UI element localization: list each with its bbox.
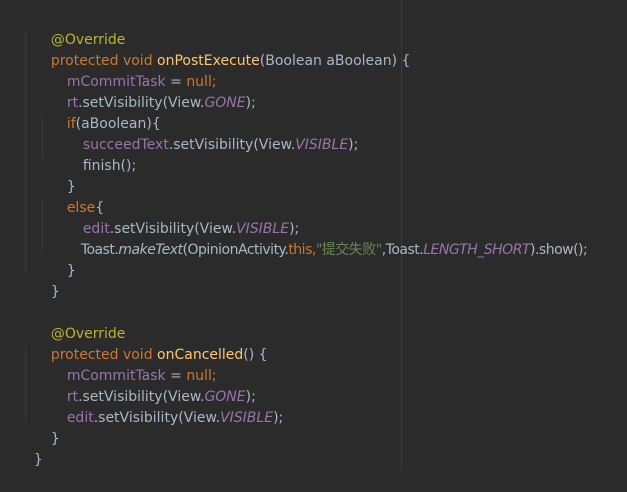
code-line[interactable]: edit.setVisibility(View.VISIBLE); [49,387,283,426]
code-text: } [50,431,60,447]
code-text: } [50,284,60,300]
code-line[interactable]: rt.setVisibility(View.GONE); [49,72,256,111]
code-text: finish(); [82,158,137,174]
code-line[interactable]: rt.setVisibility(View.GONE); [49,366,256,405]
code-line[interactable]: mCommitTask = null; [49,51,217,90]
code-editor[interactable]: @Override protected void onPostExecute(B… [0,0,627,471]
code-line[interactable]: } [49,240,76,279]
code-line[interactable]: protected void onCancelled() { [33,324,268,363]
code-line[interactable]: } [16,429,43,468]
code-text: ); [245,95,256,111]
constant: GONE [204,95,246,111]
constant: VISIBLE [295,137,349,153]
code-line[interactable]: protected void onPostExecute(Boolean aBo… [33,30,411,69]
field: edit [66,410,94,426]
code-line[interactable]: @Override [33,303,126,342]
indent-guide [42,200,43,252]
code-line[interactable]: edit.setVisibility(View.VISIBLE); [65,198,299,237]
code-line[interactable]: } [33,408,60,447]
keyword: this [288,242,312,258]
code-line[interactable]: finish(); [65,135,136,174]
code-text: } [66,263,76,279]
code-text: .setVisibility(View. [168,137,296,153]
code-line[interactable]: @Override [33,9,126,48]
code-line[interactable]: } [33,261,60,300]
constant: VISIBLE [220,410,274,426]
string-literal: "提交失败" [315,242,382,258]
code-text: ); [348,137,359,153]
code-text: ,Toast. [381,242,424,258]
code-text: (OpinionActivity. [182,242,289,258]
code-line[interactable]: else{ [49,177,104,216]
constant: LENGTH_SHORT [423,242,530,258]
code-line[interactable]: } [49,156,76,195]
code-text: Toast. [80,242,119,258]
code-text: ).show(); [529,242,588,258]
indent-guide [25,347,26,421]
code-line[interactable]: succeedText.setVisibility(View.VISIBLE); [65,114,359,153]
indent-guide [42,116,43,158]
code-line[interactable]: if(aBoolean){ [49,93,161,132]
code-line[interactable]: Toast.makeText(OpinionActivity.this,"提交失… [65,219,588,258]
code-text: (Boolean aBoolean) { [259,53,411,69]
code-line[interactable]: mCommitTask = null; [49,345,217,384]
indent-guide [25,32,26,272]
code-text: } [33,452,43,468]
code-text: ); [273,410,284,426]
method-call: makeText [118,242,183,258]
code-text: .setVisibility(View. [93,410,221,426]
code-text: () { [243,347,268,363]
